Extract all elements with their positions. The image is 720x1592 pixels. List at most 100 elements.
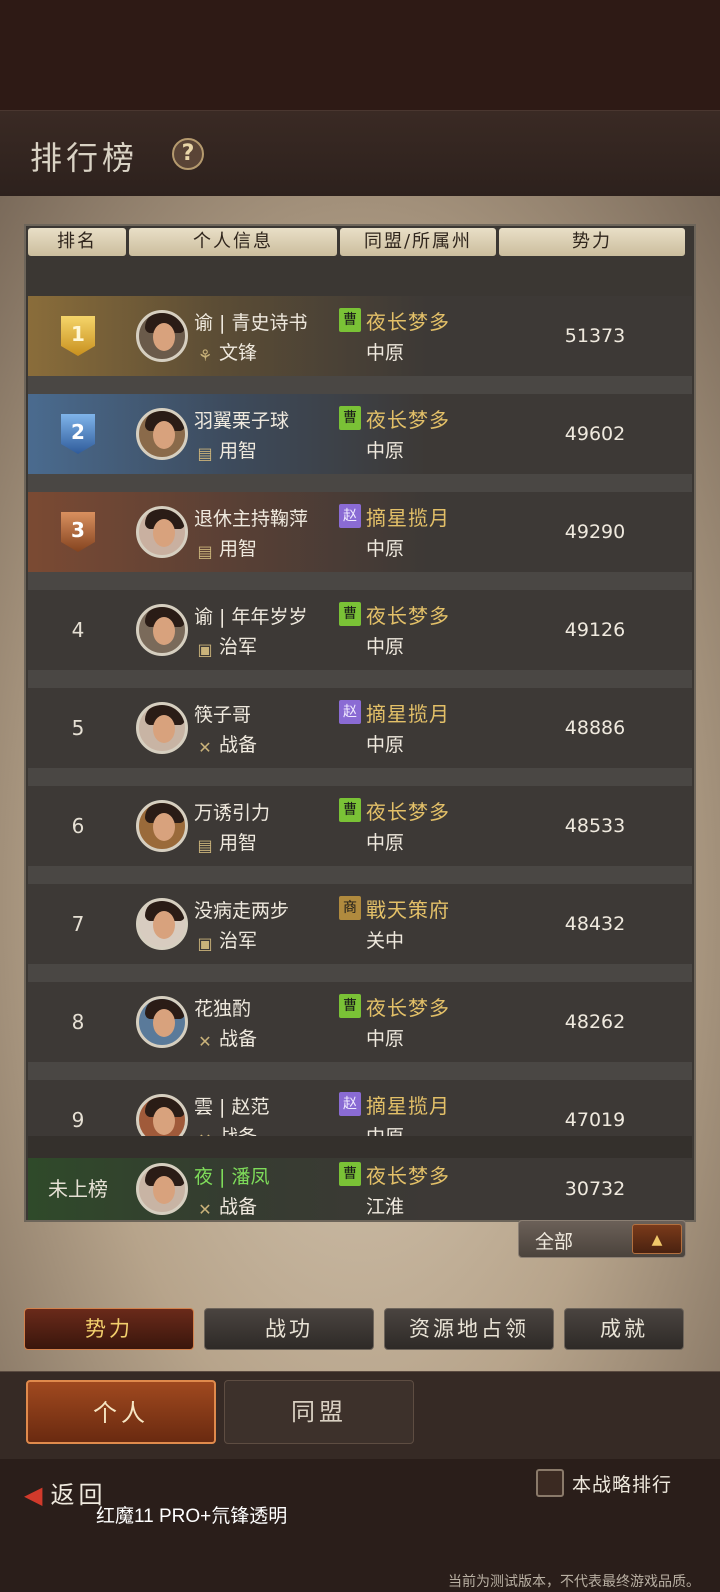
back-arrow-icon: ◀ — [24, 1481, 47, 1509]
rank-number: 8 — [71, 1010, 85, 1034]
avatar[interactable] — [136, 800, 188, 852]
player-role: ✕战备 — [196, 1192, 257, 1219]
avatar[interactable] — [136, 408, 188, 460]
state-name: 中原 — [366, 440, 405, 462]
state-name: 关中 — [366, 930, 405, 952]
state-name: 中原 — [366, 832, 405, 854]
crossed-swords-icon: ✕ — [198, 1200, 212, 1219]
header-power: 势力 — [499, 228, 685, 256]
table-row[interactable]: 9 雲 | 赵范 ✕战备 赵 摘星揽月 中原 47019 — [28, 1080, 692, 1136]
rank-number: 4 — [71, 618, 85, 642]
player-role: ▣ 治军 — [197, 636, 258, 659]
top-bar — [0, 0, 720, 110]
alliance-name: 夜长梦多 — [366, 800, 450, 824]
rank-number: 9 — [71, 1108, 85, 1132]
checkbox[interactable] — [536, 1469, 564, 1497]
header-gap — [28, 258, 692, 296]
alliance-name: 摘星揽月 — [366, 1094, 450, 1118]
avatar[interactable] — [136, 1094, 188, 1136]
power-value: 49290 — [564, 521, 626, 543]
power-value: 30732 — [564, 1178, 626, 1200]
avatar[interactable] — [136, 506, 188, 558]
table-row[interactable]: 8 花独酌 ✕ 战备 曹 夜长梦多 中原 48262 — [28, 982, 692, 1062]
power-value: 48533 — [564, 815, 626, 837]
test-version-note: 当前为测试版本，不代表最终游戏品质。 — [448, 1574, 700, 1590]
rank-badge-bronze: 3 — [61, 512, 95, 552]
rank-number: 7 — [71, 912, 85, 936]
table-row[interactable]: 3 退休主持鞠萍 ▤ 用智 赵 摘星揽月 中原 49290 — [28, 492, 692, 572]
bottom-area: 个人 同盟 ◀ 返回 红魔11 PRO+氘锋透明 本战略排行 当前为测试版本，不代… — [0, 1371, 720, 1592]
filter-dropdown[interactable]: 全部 ▲ — [518, 1220, 686, 1258]
tab-merit[interactable]: 战功 — [204, 1308, 374, 1350]
player-role: ▤ 用智 — [197, 440, 258, 463]
grain-icon: ⚘ — [197, 346, 213, 365]
player-name: 雲 | 赵范 — [194, 1096, 270, 1118]
player-role: ▣ 治军 — [197, 930, 258, 953]
tab-power[interactable]: 势力 — [24, 1308, 194, 1350]
back-button[interactable]: ◀ 返回 — [24, 1475, 106, 1510]
faction-flag: 曹 — [339, 1162, 361, 1186]
rank-number: 6 — [71, 814, 85, 838]
row-divider — [28, 768, 692, 786]
faction-flag: 曹 — [339, 602, 361, 626]
avatar[interactable] — [136, 310, 188, 362]
faction-flag: 赵 — [339, 700, 361, 724]
avatar[interactable] — [136, 1163, 188, 1215]
player-name: 没病走两步 — [194, 900, 290, 922]
table-row[interactable]: 2 羽翼栗子球 ▤ 用智 曹 夜长梦多 中原 49602 — [28, 394, 692, 474]
help-icon[interactable]: ? — [172, 138, 204, 170]
player-name: 筷子哥 — [194, 704, 252, 726]
chevron-up-icon[interactable]: ▲ — [632, 1224, 682, 1254]
header-alliance-state: 同盟/所属州 — [340, 228, 496, 256]
avatar[interactable] — [136, 702, 188, 754]
table-row[interactable]: 7 没病走两步 ▣ 治军 商 戰天策府 关中 48432 — [28, 884, 692, 964]
header-rank: 排名 — [28, 228, 126, 256]
row-divider — [28, 1062, 692, 1080]
avatar[interactable] — [136, 898, 188, 950]
faction-flag: 赵 — [339, 504, 361, 528]
scope-tab-band: 个人 同盟 — [0, 1371, 720, 1459]
state-name: 中原 — [366, 734, 405, 756]
alliance-name: 夜长梦多 — [366, 408, 450, 432]
tab-personal[interactable]: 个人 — [26, 1380, 216, 1444]
shield-icon: ▣ — [197, 934, 213, 953]
player-name: 花独酌 — [194, 998, 252, 1020]
rank-unranked: 未上榜 — [48, 1177, 108, 1201]
scroll-icon: ▤ — [197, 444, 213, 463]
power-value: 49602 — [564, 423, 626, 445]
row-divider — [28, 670, 692, 688]
state-name: 江淮 — [366, 1196, 405, 1218]
power-value: 48432 — [564, 913, 626, 935]
table-row[interactable]: 5 筷子哥 ✕ 战备 赵 摘星揽月 中原 48886 — [28, 688, 692, 768]
faction-flag: 曹 — [339, 406, 361, 430]
player-name: 退休主持鞠萍 — [194, 508, 309, 530]
avatar[interactable] — [136, 604, 188, 656]
table-row[interactable]: 6 万诱引力 ▤ 用智 曹 夜长梦多 中原 48533 — [28, 786, 692, 866]
row-divider — [28, 964, 692, 982]
table-row[interactable]: 4 谕 | 年年岁岁 ▣ 治军 曹 夜长梦多 中原 49126 — [28, 590, 692, 670]
crossed-swords-icon: ✕ — [198, 738, 212, 757]
header-personal-info: 个人信息 — [129, 228, 337, 256]
player-role: ▤ 用智 — [197, 832, 258, 855]
alliance-name: 夜长梦多 — [366, 604, 450, 628]
state-name: 中原 — [366, 1122, 404, 1136]
row-divider — [28, 474, 692, 492]
faction-flag: 商 — [339, 896, 361, 920]
device-watermark: 红魔11 PRO+氘锋透明 — [96, 1506, 288, 1527]
row-divider — [28, 572, 692, 590]
power-value: 51373 — [564, 325, 626, 347]
rank-badge-silver: 2 — [61, 414, 95, 454]
tab-achievement[interactable]: 成就 — [564, 1308, 684, 1350]
avatar[interactable] — [136, 996, 188, 1048]
table-row[interactable]: 1 谕 | 青史诗书 ⚘ 文锋 曹 夜长梦多 中原 51373 — [28, 296, 692, 376]
my-rank-row[interactable]: 未上榜 夜 | 潘凤 ✕ 战备 曹 夜长梦多 江淮 30732 — [28, 1158, 692, 1220]
player-name: 万诱引力 — [194, 802, 271, 824]
row-divider — [28, 1136, 692, 1158]
rank-number: 5 — [71, 716, 85, 740]
title-bar: 排行榜 ? — [0, 110, 720, 196]
crossed-swords-icon: ✕ — [198, 1032, 212, 1051]
tab-alliance[interactable]: 同盟 — [224, 1380, 414, 1444]
tab-resource-occupation[interactable]: 资源地占领 — [384, 1308, 554, 1350]
state-name: 中原 — [366, 538, 405, 560]
player-role: ✕战备 — [196, 1024, 257, 1051]
